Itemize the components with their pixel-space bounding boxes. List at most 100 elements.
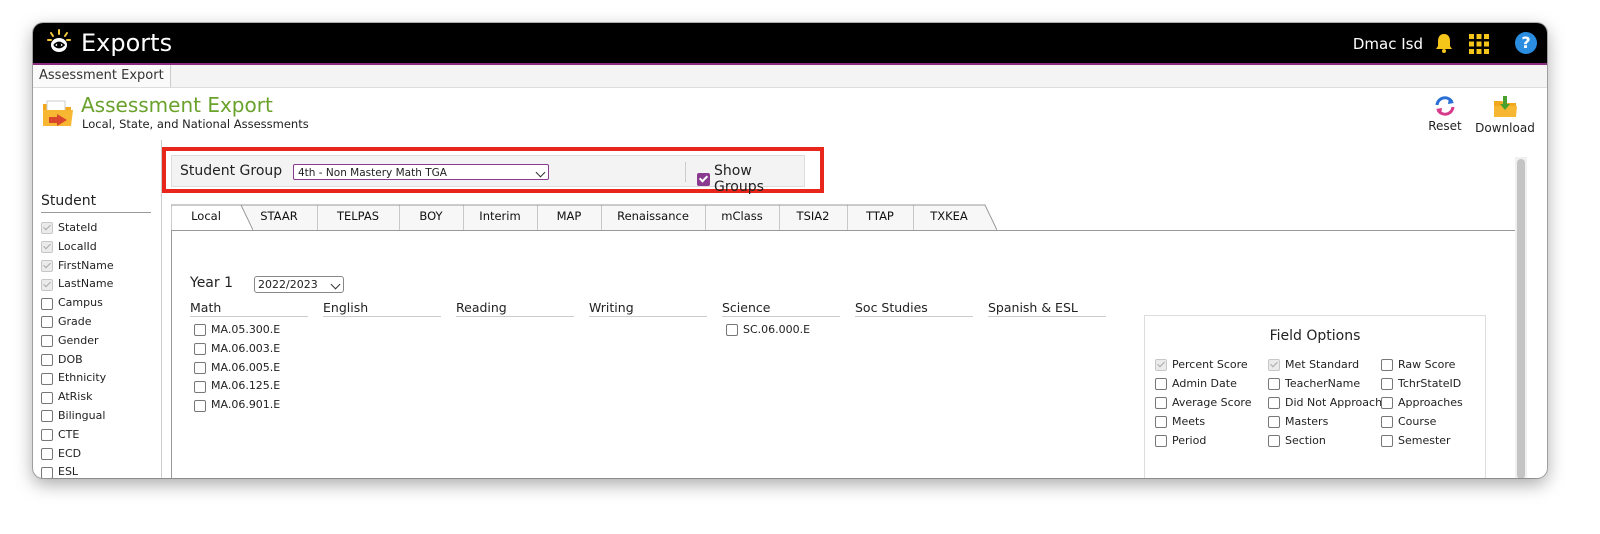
field-option-checkbox[interactable] (1381, 358, 1393, 371)
student-field-checkbox[interactable] (41, 335, 53, 348)
student-field-label: Grade (58, 314, 92, 328)
field-option-meets[interactable]: Meets (1155, 415, 1205, 428)
field-option-label: Did Not Approach (1285, 396, 1383, 409)
assessment-item[interactable]: SC.06.000.E (726, 321, 810, 340)
tab-staar[interactable]: STAAR (241, 204, 329, 230)
student-field-checkbox[interactable] (41, 447, 53, 460)
student-group-bar: Student Group 4th - Non Mastery Math TGA… (171, 155, 805, 195)
student-field-checkbox[interactable] (41, 429, 53, 442)
field-option-checkbox[interactable] (1268, 434, 1280, 447)
field-option-checkbox[interactable] (1381, 415, 1393, 428)
field-option-checkbox[interactable] (1381, 434, 1393, 447)
field-option-met-standard[interactable]: Met Standard (1268, 358, 1359, 371)
help-icon[interactable]: ? (1515, 32, 1537, 54)
field-option-did-not-approach[interactable]: Did Not Approach (1268, 396, 1382, 409)
assessment-item[interactable]: MA.05.300.E (194, 321, 280, 340)
assessment-item[interactable]: MA.06.901.E (194, 396, 280, 415)
field-option-admin-date[interactable]: Admin Date (1155, 377, 1237, 390)
tab-renaissance[interactable]: Renaissance (601, 204, 717, 230)
assessment-item[interactable]: MA.06.125.E (194, 377, 280, 396)
apps-grid-icon[interactable] (1469, 34, 1489, 54)
notification-bell-icon[interactable] (1433, 32, 1455, 54)
student-field-esl[interactable]: ESL (41, 463, 151, 478)
tab-txkea[interactable]: TXKEA (913, 204, 997, 230)
field-option-checkbox[interactable] (1268, 415, 1280, 428)
scrollbar-thumb[interactable] (1517, 159, 1525, 478)
field-option-checkbox[interactable] (1155, 396, 1167, 409)
student-field-cte[interactable]: CTE (41, 426, 151, 445)
field-option-average-score[interactable]: Average Score (1155, 396, 1251, 409)
student-field-checkbox[interactable] (41, 372, 53, 385)
field-option-semester[interactable]: Semester (1381, 434, 1451, 447)
tab-label: TTAP (866, 209, 894, 223)
field-option-approaches[interactable]: Approaches (1381, 396, 1463, 409)
assessment-checkbox[interactable] (194, 380, 206, 393)
assessment-checkbox[interactable] (194, 361, 206, 374)
reset-button[interactable]: Reset (1423, 95, 1467, 133)
student-field-checkbox[interactable] (41, 353, 53, 366)
field-option-teachername[interactable]: TeacherName (1268, 377, 1360, 390)
field-option-masters[interactable]: Masters (1268, 415, 1328, 428)
field-option-checkbox[interactable] (1155, 434, 1167, 447)
field-option-raw-score[interactable]: Raw Score (1381, 358, 1455, 371)
field-option-course[interactable]: Course (1381, 415, 1436, 428)
field-option-label: Section (1285, 434, 1326, 447)
student-field-checkbox[interactable] (41, 410, 53, 423)
assessment-item[interactable]: MA.06.003.E (194, 340, 280, 359)
student-field-panel: Student StateId LocalId FirstName LastName C… (41, 193, 151, 478)
tab-telpas[interactable]: TELPAS (317, 204, 411, 230)
assessment-checkbox[interactable] (194, 399, 206, 412)
field-option-checkbox[interactable] (1155, 377, 1167, 390)
show-groups-checkbox[interactable] (697, 172, 710, 186)
student-group-label: Student Group (180, 163, 283, 179)
field-option-section[interactable]: Section (1268, 434, 1326, 447)
student-field-firstname[interactable]: FirstName (41, 257, 151, 276)
user-name[interactable]: Dmac Isd (1353, 35, 1423, 53)
breadcrumb-tab-assessment-export[interactable]: Assessment Export (33, 65, 171, 87)
assessment-checkbox[interactable] (726, 324, 738, 337)
student-field-checkbox[interactable] (41, 391, 53, 404)
subject-header-writing: Writing (589, 300, 707, 317)
field-option-percent-score[interactable]: Percent Score (1155, 358, 1248, 371)
assessment-checkbox[interactable] (194, 343, 206, 356)
page-title: Assessment Export (81, 93, 273, 117)
field-option-label: Average Score (1172, 396, 1252, 409)
download-button[interactable]: Download (1473, 95, 1537, 135)
download-icon (1494, 96, 1517, 117)
field-option-tchrstateid[interactable]: TchrStateID (1381, 377, 1461, 390)
student-field-bilingual[interactable]: Bilingual (41, 407, 151, 426)
student-field-gender[interactable]: Gender (41, 332, 151, 351)
app-title: Exports (81, 29, 173, 57)
field-option-period[interactable]: Period (1155, 434, 1206, 447)
student-field-localid[interactable]: LocalId (41, 238, 151, 257)
student-field-campus[interactable]: Campus (41, 294, 151, 313)
student-field-checkbox[interactable] (41, 316, 53, 329)
tab-label: STAAR (260, 209, 298, 223)
field-option-checkbox[interactable] (1381, 377, 1393, 390)
app-window: Exports Dmac Isd ? Assessment Export Ass… (33, 23, 1547, 478)
year-select[interactable]: 2022/2023 (254, 276, 344, 293)
student-field-atrisk[interactable]: AtRisk (41, 388, 151, 407)
assessment-code: MA.06.005.E (211, 360, 281, 374)
subject-header-spanish-esl: Spanish & ESL (988, 300, 1106, 317)
student-field-dob[interactable]: DOB (41, 351, 151, 370)
field-option-checkbox[interactable] (1268, 396, 1280, 409)
field-option-checkbox[interactable] (1268, 377, 1280, 390)
field-option-checkbox[interactable] (1381, 396, 1393, 409)
assessment-checkbox[interactable] (194, 324, 206, 337)
vertical-scrollbar[interactable] (1515, 157, 1527, 478)
subject-header-soc-studies: Soc Studies (855, 300, 973, 317)
student-field-checkbox[interactable] (41, 466, 53, 478)
tab-local[interactable]: Local (171, 204, 253, 230)
field-option-checkbox[interactable] (1155, 415, 1167, 428)
field-option-label: Period (1172, 434, 1207, 447)
student-field-lastname[interactable]: LastName (41, 275, 151, 294)
student-field-stateid[interactable]: StateId (41, 219, 151, 238)
student-field-ecd[interactable]: ECD (41, 445, 151, 464)
student-group-select[interactable]: 4th - Non Mastery Math TGA (293, 164, 549, 180)
student-field-checkbox[interactable] (41, 297, 53, 310)
student-field-grade[interactable]: Grade (41, 313, 151, 332)
student-field-ethnicity[interactable]: Ethnicity (41, 369, 151, 388)
show-groups-toggle[interactable]: Show Groups (697, 163, 804, 195)
assessment-item[interactable]: MA.06.005.E (194, 359, 280, 378)
